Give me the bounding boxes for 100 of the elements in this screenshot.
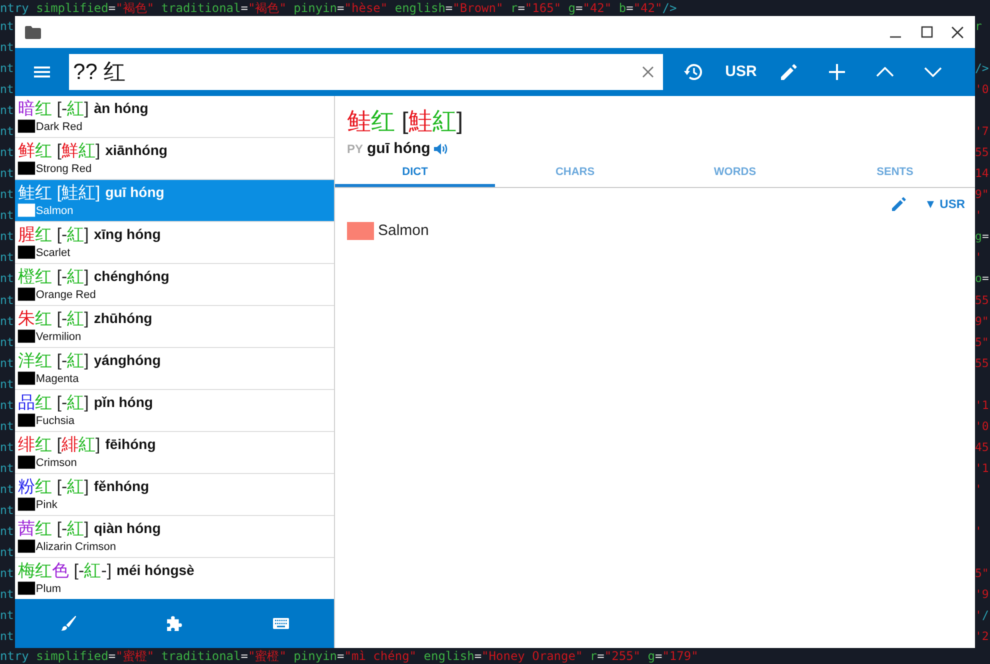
headword: 鲑红 [鮭紅]: [18, 182, 100, 203]
headword: 茜红 [-紅]: [18, 518, 89, 539]
headword: 鲜红 [鮮紅]: [18, 140, 100, 161]
headword: 洋红 [-紅]: [18, 350, 89, 371]
code-fragment: '2: [975, 628, 989, 646]
search-field[interactable]: ?? 红: [69, 54, 663, 90]
english-label: Salmon: [36, 204, 74, 219]
color-swatch: ██: [18, 372, 35, 386]
code-fragment: 5": [975, 565, 989, 582]
code-fragment: 9": [975, 312, 989, 330]
headword: 品红 [-紅]: [18, 392, 89, 413]
pencil-icon: [781, 64, 797, 80]
color-swatch: ██: [18, 456, 35, 470]
dictionary-selector[interactable]: ▼ USR: [924, 195, 965, 213]
headword: 绯红 [緋紅]: [18, 434, 100, 455]
color-swatch: ██: [18, 204, 35, 218]
color-swatch: ██: [18, 414, 35, 428]
english-label: Orange Red: [36, 288, 96, 303]
english-label: Scarlet: [36, 246, 70, 261]
code-line: ntry simplified="褐色" traditional="褐色" pinyin="hèse" english="Brown" r="165" g="42" b="42"/>: [0, 0, 677, 16]
dictionary-button[interactable]: USR: [717, 48, 765, 96]
code-fragment: nt: [0, 480, 14, 498]
tab[interactable]: DICT: [335, 160, 495, 187]
headword: 梅红色 [-紅-]: [18, 560, 112, 581]
pinyin: guī hóng: [105, 183, 164, 202]
code-fragment: '1: [975, 396, 989, 414]
minimize-icon: [890, 36, 901, 38]
brush-icon: [60, 616, 76, 631]
color-swatch: ██: [18, 330, 35, 344]
headword: 腥红 [-紅]: [18, 224, 89, 245]
code-fragment: nt: [0, 565, 14, 582]
pinyin: qiàn hóng: [94, 519, 161, 538]
menu-icon: [34, 66, 50, 78]
plus-icon: [829, 64, 845, 80]
code-fragment: 55: [975, 144, 989, 162]
maximize-icon: [920, 26, 932, 38]
edit-icon[interactable]: [892, 197, 906, 211]
code-fragment: o=: [975, 270, 989, 288]
code-fragment: nt: [0, 144, 14, 162]
code-fragment: nt: [0, 38, 14, 56]
chevron-down-icon: [924, 67, 942, 77]
code-fragment: nt: [0, 270, 14, 288]
code-fragment: nt: [0, 81, 14, 98]
code-fragment: 9": [975, 186, 989, 204]
code-fragment: ': [975, 523, 982, 540]
code-fragment: 55: [975, 292, 989, 308]
pinyin: àn hóng: [94, 99, 148, 118]
result-item[interactable]: 鲑红 [鮭紅] guī hóng ██Salmon: [15, 180, 334, 222]
pinyin: zhūhóng: [94, 309, 152, 328]
code-fragment: '1: [975, 460, 989, 477]
code-fragment: nt: [0, 396, 14, 414]
code-fragment: '0: [975, 418, 989, 435]
code-fragment: 14: [975, 165, 989, 182]
english-label: Alizarin Crimson: [36, 540, 116, 555]
folder-icon: [25, 26, 41, 38]
code-fragment: ': [975, 480, 982, 498]
code-fragment: nt: [0, 312, 14, 330]
puzzle-icon: [166, 615, 183, 632]
pinyin: guī hóng: [367, 138, 430, 159]
code-fragment: />: [975, 60, 989, 77]
pinyin-label: PY: [347, 141, 364, 158]
code-line: ntry simplified="蜜橙" traditional="蜜橙" pinyin="mì chéng" english="Honey Orange" r="255" g="179": [0, 648, 698, 664]
pinyin: yánghóng: [94, 351, 161, 370]
color-swatch: ██: [18, 540, 35, 554]
english-label: Vermilion: [36, 330, 82, 345]
code-fragment: nt: [0, 165, 14, 182]
code-fragment: nt: [0, 376, 14, 393]
headword: 橙红 [-紅]: [18, 266, 89, 287]
english-label: Pink: [36, 498, 58, 513]
code-fragment: nt: [0, 228, 14, 246]
code-fragment: nt: [0, 607, 14, 624]
color-swatch: ██: [18, 246, 35, 260]
code-fragment: nt: [0, 207, 14, 224]
headword: 暗红 [-紅]: [18, 98, 89, 119]
code-fragment: nt: [0, 102, 14, 120]
code-fragment: nt: [0, 628, 14, 646]
history-icon: [684, 64, 702, 80]
pinyin: fěnhóng: [94, 477, 150, 496]
code-fragment: '9: [975, 586, 989, 604]
close-icon: [951, 26, 964, 38]
code-fragment: nt: [0, 354, 14, 372]
color-swatch: ██: [18, 288, 35, 302]
code-fragment: ': [975, 207, 982, 224]
pinyin: chénghóng: [94, 267, 170, 286]
pinyin: pǐn hóng: [94, 393, 153, 412]
code-fragment: 55: [975, 354, 989, 372]
headword: 粉红 [-紅]: [18, 476, 89, 497]
chevron-up-icon: [876, 67, 894, 77]
code-fragment: ': [975, 249, 982, 266]
english-label: Magenta: [36, 372, 79, 387]
color-swatch: ██: [18, 162, 35, 176]
speaker-icon[interactable]: [434, 143, 448, 155]
code-fragment: nt: [0, 334, 14, 351]
pinyin: fēihóng: [105, 435, 156, 454]
color-swatch: ██: [18, 120, 35, 134]
pinyin: xiānhóng: [105, 141, 168, 160]
code-fragment: nt: [0, 502, 14, 519]
english-label: Dark Red: [36, 120, 82, 135]
definition: Salmon: [378, 221, 429, 241]
headword: 鲑红 [鮭紅]: [347, 107, 464, 137]
